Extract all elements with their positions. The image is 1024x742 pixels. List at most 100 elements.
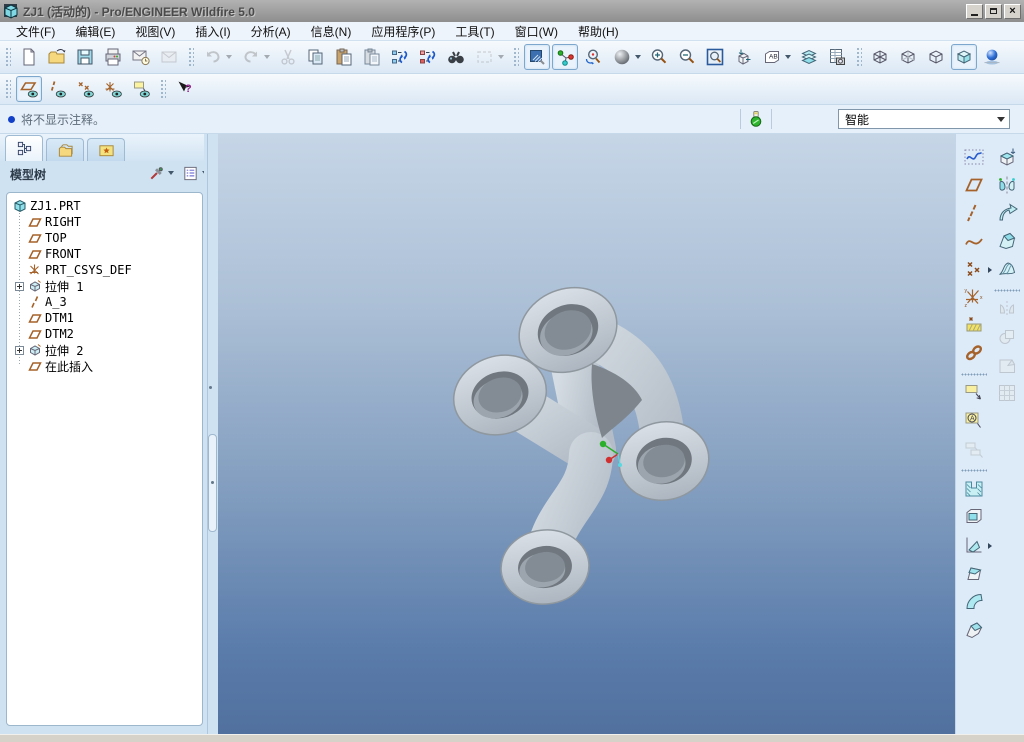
mirror-tool-button[interactable] bbox=[994, 296, 1020, 322]
regenerate-manager-button[interactable] bbox=[415, 44, 441, 70]
cut-button[interactable] bbox=[275, 44, 301, 70]
note-tool-button[interactable] bbox=[961, 380, 987, 406]
chevron-down-icon[interactable] bbox=[993, 110, 1009, 128]
redo-button[interactable] bbox=[237, 44, 273, 70]
layers-button[interactable] bbox=[796, 44, 822, 70]
enhanced-realism-button[interactable] bbox=[979, 44, 1005, 70]
email-link-button[interactable] bbox=[156, 44, 182, 70]
wireframe-button[interactable] bbox=[867, 44, 893, 70]
pattern-tool-button[interactable] bbox=[994, 380, 1020, 406]
point-display-button[interactable] bbox=[72, 76, 98, 102]
chevron-down-icon[interactable] bbox=[225, 55, 232, 59]
copy-geometry-tool-button[interactable] bbox=[961, 340, 987, 366]
datum-curve-tool-button[interactable] bbox=[961, 228, 987, 254]
draft-tool-button[interactable] bbox=[961, 560, 987, 586]
boundary-blend-tool-button[interactable] bbox=[994, 256, 1020, 282]
open-file-button[interactable] bbox=[44, 44, 70, 70]
flyout-arrow-icon[interactable] bbox=[988, 267, 992, 273]
tree-item[interactable]: RIGHT bbox=[12, 214, 200, 230]
refit-button[interactable] bbox=[702, 44, 728, 70]
annotation-plane-tool-button[interactable] bbox=[961, 436, 987, 462]
selection-box-button[interactable] bbox=[471, 44, 507, 70]
menu-n[interactable]: 信息(N) bbox=[301, 22, 362, 41]
round-tool-button[interactable] bbox=[961, 588, 987, 614]
tree-item[interactable]: DTM1 bbox=[12, 310, 200, 326]
regeneration-status-icon[interactable] bbox=[747, 110, 765, 128]
repaint-button[interactable] bbox=[524, 44, 550, 70]
view-manager-button[interactable] bbox=[824, 44, 850, 70]
paste-special-button[interactable] bbox=[359, 44, 385, 70]
regenerate-button[interactable] bbox=[387, 44, 413, 70]
datum-csys-tool-button[interactable]: y z x bbox=[961, 284, 987, 310]
datum-target-tool-button[interactable]: A bbox=[961, 408, 987, 434]
graphics-viewport[interactable] bbox=[218, 134, 955, 734]
context-help-button[interactable]: ? bbox=[171, 76, 197, 102]
hidden-line-button[interactable] bbox=[895, 44, 921, 70]
menu-p[interactable]: 应用程序(P) bbox=[361, 22, 445, 41]
menu-t[interactable]: 工具(T) bbox=[445, 22, 504, 41]
appearance-button[interactable] bbox=[608, 44, 644, 70]
zoom-out-button[interactable] bbox=[674, 44, 700, 70]
undo-button[interactable] bbox=[199, 44, 235, 70]
sketch-tool-button[interactable] bbox=[961, 144, 987, 170]
sweep-tool-button[interactable] bbox=[994, 200, 1020, 226]
new-file-button[interactable] bbox=[16, 44, 42, 70]
selection-filter-dropdown[interactable]: 智能 bbox=[838, 109, 1010, 129]
favorites-tab[interactable] bbox=[87, 138, 125, 161]
paste-button[interactable] bbox=[331, 44, 357, 70]
plus-icon[interactable] bbox=[15, 345, 24, 355]
tree-item[interactable]: A_3 bbox=[12, 294, 200, 310]
expand-toggle[interactable] bbox=[12, 281, 27, 291]
print-button[interactable] bbox=[100, 44, 126, 70]
tree-item[interactable]: 拉伸 2 bbox=[12, 342, 200, 358]
folder-browser-tab[interactable] bbox=[46, 138, 84, 161]
find-button[interactable] bbox=[443, 44, 469, 70]
part-3d-model[interactable] bbox=[440, 268, 740, 618]
menu-h[interactable]: 帮助(H) bbox=[568, 22, 629, 41]
chamfer-tool-button[interactable] bbox=[961, 616, 987, 642]
menu-f[interactable]: 文件(F) bbox=[6, 22, 65, 41]
saved-views-button[interactable]: AB bbox=[758, 44, 794, 70]
restore-button[interactable] bbox=[985, 3, 1002, 19]
menu-i[interactable]: 插入(I) bbox=[185, 22, 240, 41]
spin-center-button[interactable] bbox=[552, 44, 578, 70]
csys-display-button[interactable] bbox=[100, 76, 126, 102]
revolve-tool-button[interactable] bbox=[994, 172, 1020, 198]
axis-display-button[interactable] bbox=[44, 76, 70, 102]
send-email-button[interactable] bbox=[128, 44, 154, 70]
panel-splitter[interactable] bbox=[204, 134, 218, 734]
copy-button[interactable] bbox=[303, 44, 329, 70]
merge-tool-button[interactable] bbox=[994, 324, 1020, 350]
tree-item[interactable]: FRONT bbox=[12, 246, 200, 262]
menu-e[interactable]: 编辑(E) bbox=[65, 22, 125, 41]
model-tree-tab[interactable] bbox=[5, 135, 43, 161]
datum-point-tool-button[interactable] bbox=[961, 256, 992, 282]
flyout-arrow-icon[interactable] bbox=[988, 543, 992, 549]
plane-display-button[interactable] bbox=[16, 76, 42, 102]
minimize-button[interactable] bbox=[966, 3, 983, 19]
chevron-down-icon[interactable] bbox=[497, 55, 504, 59]
reorient-button[interactable] bbox=[730, 44, 756, 70]
menu-v[interactable]: 视图(V) bbox=[125, 22, 185, 41]
chevron-down-icon[interactable] bbox=[168, 171, 174, 175]
blend-tool-button[interactable] bbox=[994, 228, 1020, 254]
extrude-tool-button[interactable] bbox=[994, 144, 1020, 170]
save-file-button[interactable] bbox=[72, 44, 98, 70]
datum-axis-tool-button[interactable] bbox=[961, 200, 987, 226]
tree-item[interactable]: 在此插入 bbox=[12, 358, 200, 374]
zoom-in-button[interactable] bbox=[646, 44, 672, 70]
tree-item[interactable]: PRT_CSYS_DEF bbox=[12, 262, 200, 278]
annotation-display-button[interactable] bbox=[128, 76, 154, 102]
rib-tool-button[interactable] bbox=[961, 532, 992, 558]
shell-tool-button[interactable] bbox=[961, 504, 987, 530]
extend-tool-button[interactable] bbox=[994, 352, 1020, 378]
menu-w[interactable]: 窗口(W) bbox=[505, 22, 568, 41]
expand-toggle[interactable] bbox=[12, 345, 27, 355]
menu-a[interactable]: 分析(A) bbox=[241, 22, 301, 41]
hole-tool-button[interactable] bbox=[961, 476, 987, 502]
tree-item[interactable]: 拉伸 1 bbox=[12, 278, 200, 294]
no-hidden-button[interactable] bbox=[923, 44, 949, 70]
orient-mode-button[interactable] bbox=[580, 44, 606, 70]
analysis-tool-button[interactable] bbox=[961, 312, 987, 338]
chevron-down-icon[interactable] bbox=[263, 55, 270, 59]
